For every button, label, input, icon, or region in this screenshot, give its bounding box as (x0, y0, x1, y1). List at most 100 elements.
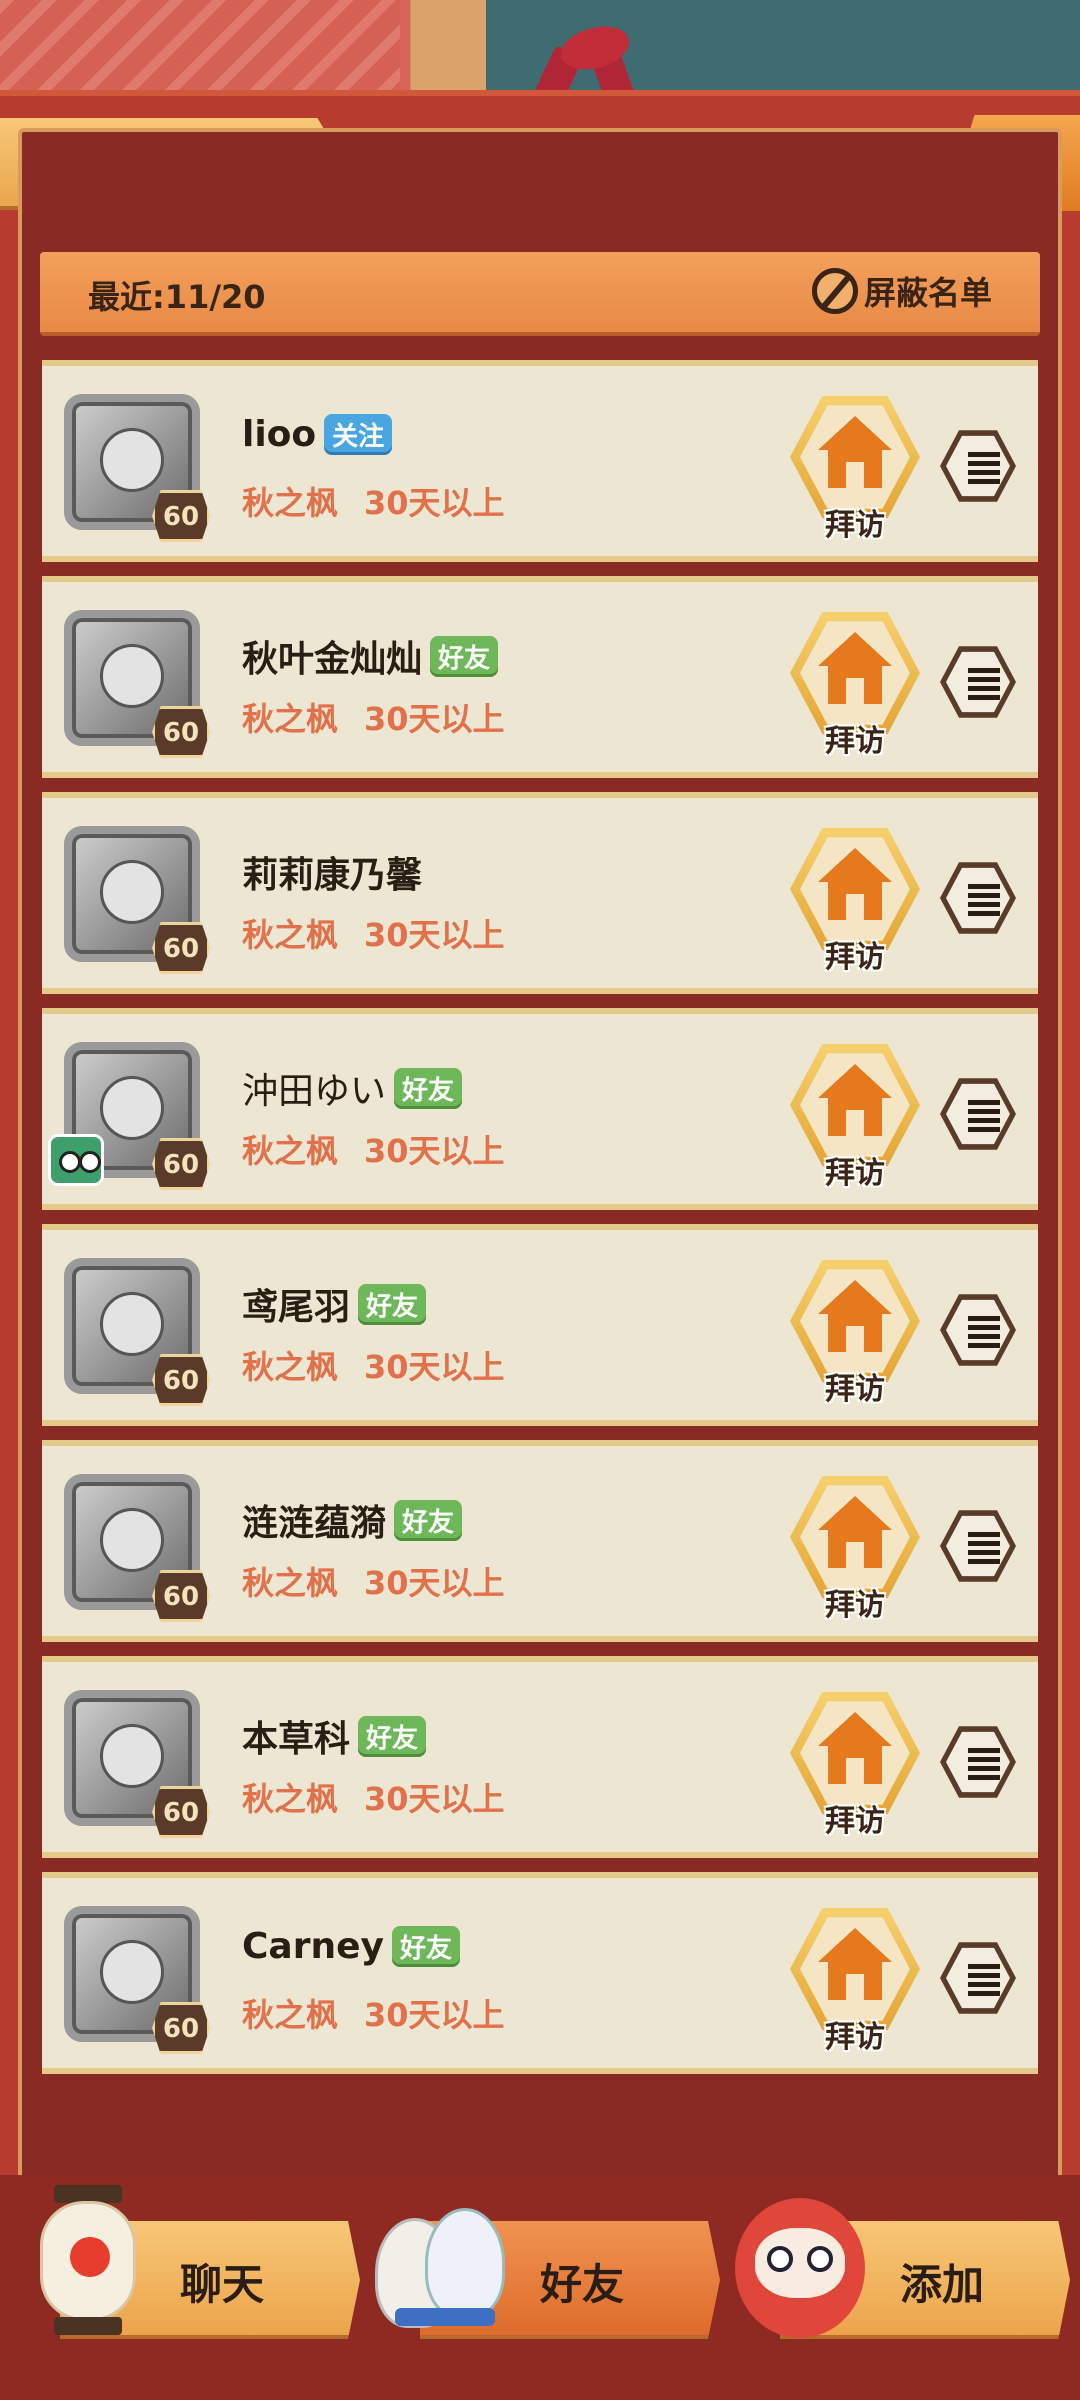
visit-label: 拜访 (825, 724, 885, 759)
friend-status-badge: 好友 (394, 1499, 463, 1541)
friends-list[interactable]: 60 lioo 关注 秋之枫 30天以上 拜访 60 秋叶金灿灿 好友 秋之枫 … (42, 360, 1038, 2160)
friend-name: 秋叶金灿灿 (242, 639, 423, 680)
daruma-icon (735, 2198, 865, 2338)
friend-name: 本草科 (242, 1719, 351, 1760)
friend-name: 涟涟蕴漪 (242, 1503, 387, 1544)
last-online: 30天以上 (364, 1348, 505, 1386)
visit-button[interactable]: 拜访 (790, 392, 920, 543)
block-list-label: 屏蔽名单 (863, 274, 992, 312)
menu-icon (946, 1083, 1010, 1145)
friend-row[interactable]: 60 本草科 好友 秋之枫 30天以上 拜访 (42, 1656, 1038, 1858)
friend-info: 秋之枫 30天以上 (242, 1774, 505, 1820)
friend-status-badge: 好友 (358, 1283, 427, 1325)
visit-button[interactable]: 拜访 (790, 1688, 920, 1839)
guild-name: 秋之枫 (242, 1348, 339, 1386)
lantern-icon (40, 2185, 136, 2335)
guild-name: 秋之枫 (242, 700, 339, 738)
prohibited-icon (811, 268, 858, 314)
level-badge: 60 (152, 1138, 210, 1190)
menu-icon (946, 1515, 1010, 1577)
birds-icon (375, 2198, 515, 2348)
friend-row[interactable]: 60 莉莉康乃馨 秋之枫 30天以上 拜访 (42, 792, 1038, 994)
visit-label: 拜访 (825, 1804, 885, 1839)
friend-name: 鸢尾羽 (242, 1287, 351, 1328)
visit-label: 拜访 (825, 1156, 885, 1191)
visit-button[interactable]: 拜访 (790, 608, 920, 759)
more-menu-button[interactable] (940, 1942, 1016, 2014)
more-menu-button[interactable] (940, 1078, 1016, 1150)
last-online: 30天以上 (364, 1780, 505, 1818)
friend-info: 秋之枫 30天以上 (242, 1342, 505, 1388)
guild-name: 秋之枫 (242, 916, 339, 954)
friend-status-badge: 好友 (430, 635, 499, 677)
friend-row[interactable]: 60 Carney 好友 秋之枫 30天以上 拜访 (42, 1872, 1038, 2074)
bottom-nav: 聊天 好友 添加 (0, 2175, 1080, 2400)
friend-name: Carney (242, 1926, 384, 1967)
visit-label: 拜访 (825, 1372, 885, 1407)
visit-label: 拜访 (825, 1588, 885, 1623)
last-online: 30天以上 (364, 1132, 505, 1170)
last-online: 30天以上 (364, 700, 505, 738)
friend-info: 秋之枫 30天以上 (242, 910, 505, 956)
tab-chat-label: 聊天 (180, 2260, 265, 2309)
menu-icon (946, 651, 1010, 713)
friend-row[interactable]: 60 lioo 关注 秋之枫 30天以上 拜访 (42, 360, 1038, 562)
friend-status-badge: 好友 (391, 1926, 460, 1967)
visit-button[interactable]: 拜访 (790, 1472, 920, 1623)
friend-info: 秋之枫 30天以上 (242, 1558, 505, 1604)
mascot-tag-icon (48, 1134, 104, 1186)
block-list-button[interactable]: 屏蔽名单 (811, 268, 992, 314)
guild-name: 秋之枫 (242, 1780, 339, 1818)
more-menu-button[interactable] (940, 646, 1016, 718)
level-badge: 60 (152, 1786, 210, 1838)
menu-icon (946, 1947, 1010, 2009)
background-pattern (0, 0, 400, 90)
level-badge: 60 (152, 706, 210, 758)
recent-count: 最近:11/20 (88, 278, 266, 316)
friend-info: 秋之枫 30天以上 (242, 1990, 505, 2036)
level-badge: 60 (152, 1354, 210, 1406)
tab-friends-label: 好友 (540, 2260, 625, 2309)
level-badge: 60 (152, 2002, 210, 2054)
friend-info: 秋之枫 30天以上 (242, 694, 505, 740)
friend-row[interactable]: 60 沖田ゆい 好友 秋之枫 30天以上 拜访 (42, 1008, 1038, 1210)
last-online: 30天以上 (364, 1996, 505, 2034)
level-badge: 60 (152, 490, 210, 542)
menu-icon (946, 1299, 1010, 1361)
visit-label: 拜访 (825, 940, 885, 975)
visit-label: 拜访 (825, 2020, 885, 2055)
guild-name: 秋之枫 (242, 1564, 339, 1602)
guild-name: 秋之枫 (242, 484, 339, 522)
list-header: 最近:11/20 屏蔽名单 (40, 252, 1040, 336)
guild-name: 秋之枫 (242, 1132, 339, 1170)
visit-button[interactable]: 拜访 (790, 824, 920, 975)
more-menu-button[interactable] (940, 1294, 1016, 1366)
menu-icon (946, 1731, 1010, 1793)
level-badge: 60 (152, 1570, 210, 1622)
more-menu-button[interactable] (940, 1510, 1016, 1582)
friend-status-badge: 关注 (324, 414, 393, 455)
guild-name: 秋之枫 (242, 1996, 339, 2034)
visit-button[interactable]: 拜访 (790, 1256, 920, 1407)
friend-row[interactable]: 60 秋叶金灿灿 好友 秋之枫 30天以上 拜访 (42, 576, 1038, 778)
last-online: 30天以上 (364, 484, 505, 522)
last-online: 30天以上 (364, 916, 505, 954)
visit-button[interactable]: 拜访 (790, 1904, 920, 2055)
friend-name: 沖田ゆい (242, 1071, 387, 1112)
visit-button[interactable]: 拜访 (790, 1040, 920, 1191)
menu-icon (946, 435, 1010, 497)
friend-name: lioo (242, 414, 317, 455)
menu-icon (946, 867, 1010, 929)
visit-label: 拜访 (825, 508, 885, 543)
last-online: 30天以上 (364, 1564, 505, 1602)
friend-status-badge: 好友 (394, 1067, 463, 1109)
friend-row[interactable]: 60 涟涟蕴漪 好友 秋之枫 30天以上 拜访 (42, 1440, 1038, 1642)
more-menu-button[interactable] (940, 1726, 1016, 1798)
more-menu-button[interactable] (940, 430, 1016, 502)
friend-status-badge: 好友 (358, 1715, 427, 1757)
tab-add-label: 添加 (900, 2260, 985, 2309)
more-menu-button[interactable] (940, 862, 1016, 934)
level-badge: 60 (152, 922, 210, 974)
friend-row[interactable]: 60 鸢尾羽 好友 秋之枫 30天以上 拜访 (42, 1224, 1038, 1426)
friend-info: 秋之枫 30天以上 (242, 478, 505, 524)
